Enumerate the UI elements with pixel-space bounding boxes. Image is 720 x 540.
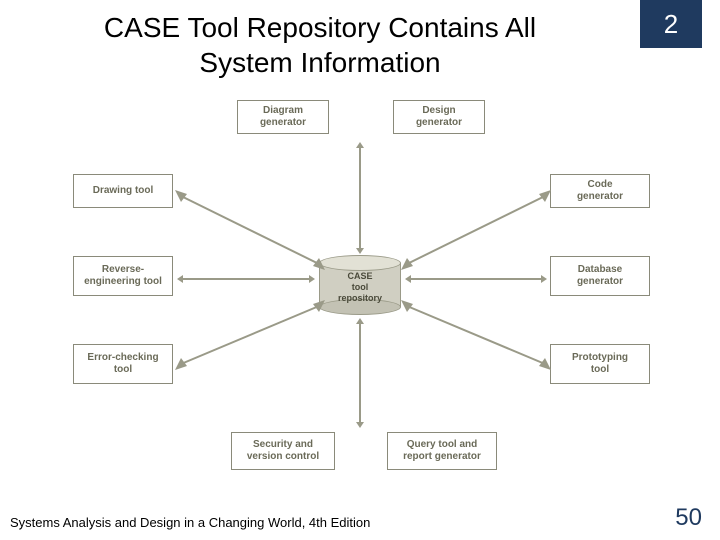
node-query-report: Query tool and report generator [387, 432, 497, 470]
arrow-upper-right [401, 190, 551, 270]
node-label: Design generator [416, 105, 462, 129]
chapter-badge: 2 [640, 0, 702, 48]
arrow-lower-right [401, 300, 551, 370]
arrow-lower-left [175, 300, 325, 370]
arrow-right-mid [411, 278, 541, 280]
node-label: Error-checking tool [87, 352, 158, 376]
arrow-bottom [359, 324, 361, 422]
node-label: Security and version control [247, 439, 319, 463]
arrow-top [359, 148, 361, 248]
node-diagram-generator: Diagram generator [237, 100, 329, 134]
node-label: Code generator [577, 179, 623, 203]
node-security-version: Security and version control [231, 432, 335, 470]
node-error-checking: Error-checking tool [73, 344, 173, 384]
page-number: 50 [675, 504, 702, 532]
node-reverse-engineering: Reverse- engineering tool [73, 256, 173, 296]
node-label: Prototyping tool [572, 352, 628, 376]
node-label: Database generator [577, 264, 623, 288]
node-label: Diagram generator [260, 105, 306, 129]
node-label: Drawing tool [93, 185, 154, 197]
page-title: CASE Tool Repository Contains All System… [60, 10, 580, 80]
footer-text: Systems Analysis and Design in a Changin… [10, 515, 370, 530]
repository-cylinder: CASE tool repository [319, 255, 401, 315]
node-code-generator: Code generator [550, 174, 650, 208]
node-database-generator: Database generator [550, 256, 650, 296]
node-design-generator: Design generator [393, 100, 485, 134]
node-label: Reverse- engineering tool [84, 264, 162, 288]
diagram-area: Diagram generator Design generator Drawi… [35, 100, 685, 480]
repository-label: CASE tool repository [319, 271, 401, 303]
node-label: Query tool and report generator [403, 439, 481, 463]
node-drawing-tool: Drawing tool [73, 174, 173, 208]
arrow-left-mid [183, 278, 309, 280]
node-prototyping: Prototyping tool [550, 344, 650, 384]
arrow-upper-left [175, 190, 325, 270]
